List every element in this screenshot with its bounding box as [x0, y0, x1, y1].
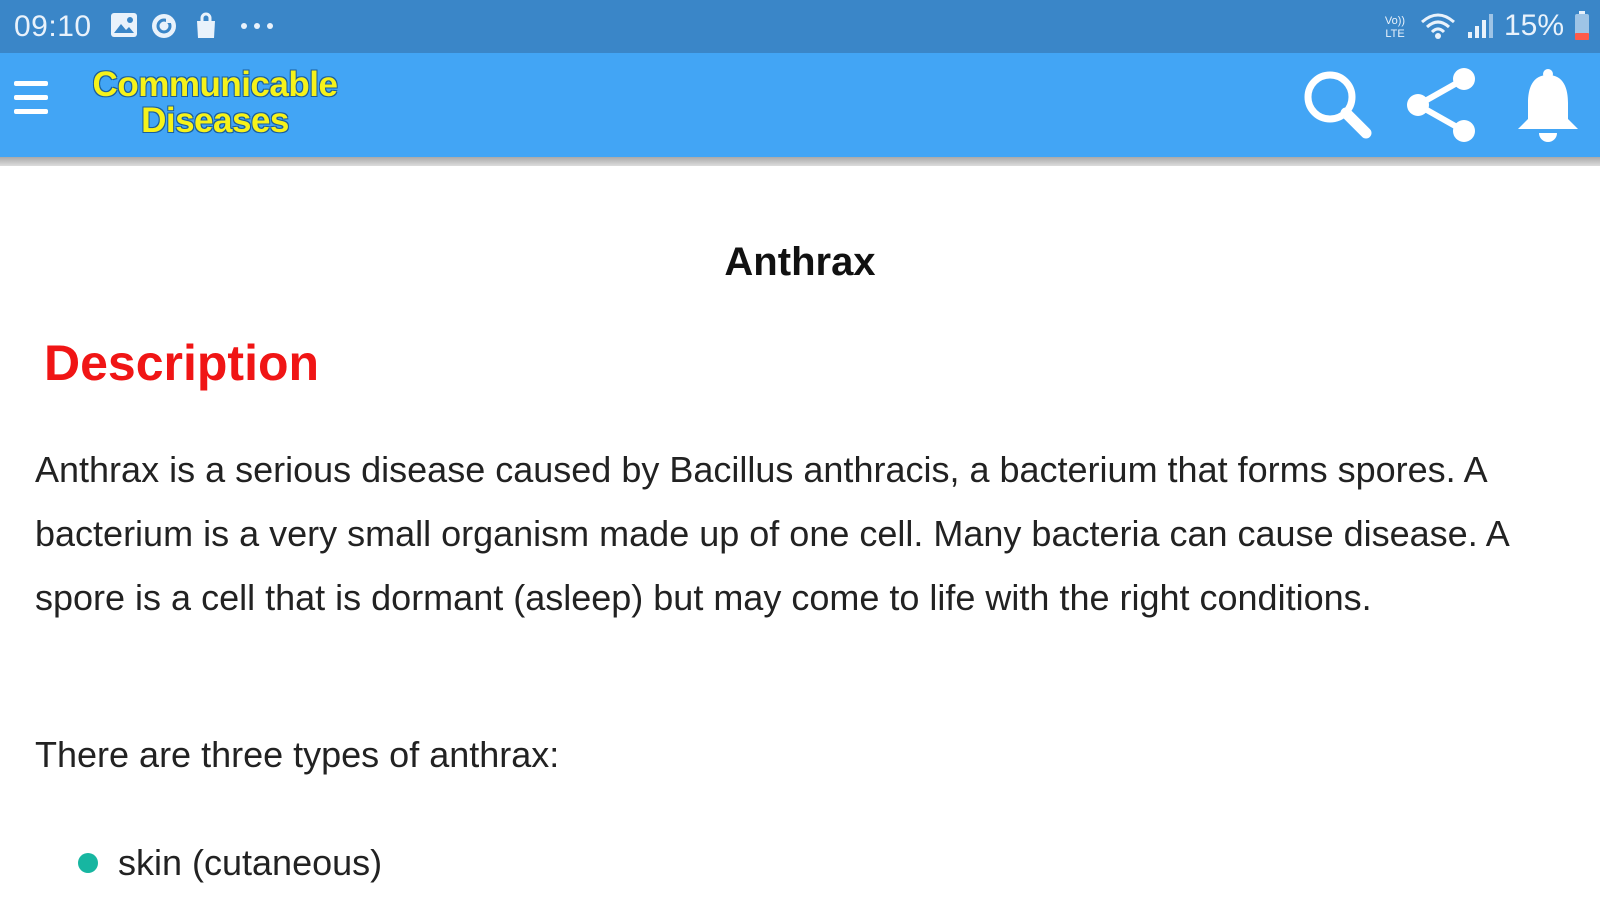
- svg-text:LTE: LTE: [1385, 28, 1404, 40]
- app-title-line1: Communicable: [92, 65, 338, 104]
- gallery-icon: [111, 13, 137, 37]
- search-icon[interactable]: [1298, 65, 1378, 145]
- volte-icon: Vo)) LTE: [1385, 15, 1405, 40]
- bullet-dot-icon: [78, 853, 98, 873]
- battery-percent: 15%: [1503, 9, 1564, 42]
- article-title: Anthrax: [724, 240, 876, 284]
- section-heading-description: Description: [44, 335, 320, 391]
- signal-icon: [1467, 14, 1493, 38]
- share-icon[interactable]: [1402, 65, 1482, 145]
- app-title-line2: Diseases: [141, 101, 289, 140]
- app-title: Communicable Diseases: [90, 67, 340, 139]
- more-dots-icon: [241, 23, 273, 29]
- status-time: 09:10: [14, 10, 92, 43]
- svg-text:Vo)): Vo)): [1385, 15, 1405, 27]
- description-paragraph: Anthrax is a serious disease caused by B…: [35, 449, 1508, 618]
- hamburger-menu-icon[interactable]: [14, 81, 48, 127]
- app-bar-divider: [0, 157, 1600, 166]
- battery-low-icon: [1575, 11, 1589, 40]
- status-bar: 09:10 Vo)) LTE 15%: [0, 0, 1600, 53]
- list-item: skin (cutaneous): [78, 842, 382, 884]
- list-item-label: skin (cutaneous): [118, 842, 383, 883]
- sync-icon: [152, 14, 176, 38]
- bag-icon: [197, 12, 215, 38]
- article-content: Anthrax Description Anthrax is a serious…: [0, 166, 1600, 900]
- bell-icon[interactable]: [1508, 65, 1588, 145]
- app-bar: Communicable Diseases: [0, 53, 1600, 157]
- wifi-icon: [1420, 13, 1455, 39]
- types-intro: There are three types of anthrax:: [35, 734, 560, 775]
- status-right-group: Vo)) LTE 15%: [1380, 8, 1590, 44]
